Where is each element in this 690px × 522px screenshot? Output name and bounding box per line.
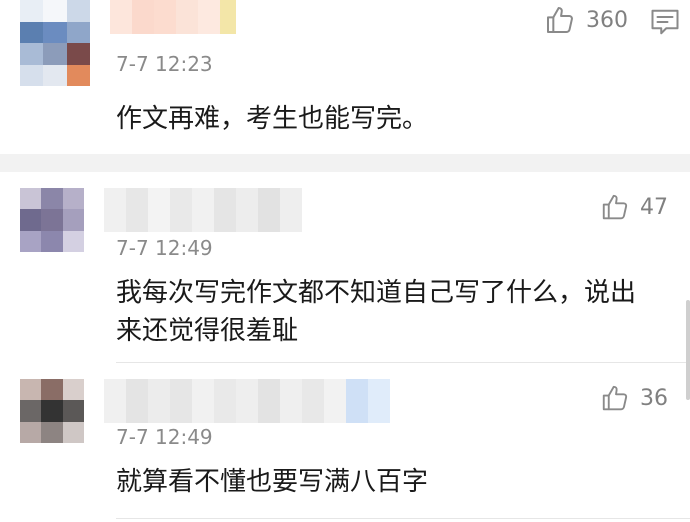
comment-text-line-1: 我每次写完作文都不知道自己写了什么，说出 [116, 278, 637, 308]
scrollbar[interactable] [686, 300, 690, 400]
username-obscured[interactable] [110, 0, 236, 34]
section-separator [0, 154, 690, 172]
comment-item: 7-7 12:49 就算看不懂也要写满八百字 36 [0, 363, 690, 522]
comment-timestamp: 7-7 12:23 [116, 52, 213, 76]
comment-text: 作文再难，考生也能写完。 [116, 104, 429, 134]
avatar[interactable] [20, 0, 90, 86]
comment-timestamp: 7-7 12:49 [116, 425, 213, 449]
like-button[interactable]: 47 [600, 192, 668, 222]
thumbs-up-icon [602, 385, 628, 411]
comment-bubble-icon[interactable] [650, 8, 680, 36]
avatar[interactable] [20, 188, 84, 252]
username-obscured[interactable] [104, 379, 390, 423]
like-count: 47 [640, 194, 668, 220]
divider [116, 518, 690, 519]
avatar[interactable] [20, 379, 84, 443]
comment-timestamp: 7-7 12:49 [116, 236, 213, 260]
like-count: 360 [586, 7, 628, 33]
comment-text: 就算看不懂也要写满八百字 [116, 467, 429, 497]
like-button[interactable]: 36 [600, 383, 668, 413]
like-button[interactable]: 360 [544, 4, 628, 36]
username-obscured[interactable] [104, 188, 302, 232]
like-count: 36 [640, 385, 668, 411]
comment-text-line-2: 来还觉得很羞耻 [116, 316, 299, 346]
thumbs-up-icon [602, 194, 628, 220]
thumbs-up-icon [547, 7, 573, 33]
comment-item: 7-7 12:49 我每次写完作文都不知道自己写了什么，说出 来还觉得很羞耻 4… [0, 172, 690, 362]
comment-item: 7-7 12:23 作文再难，考生也能写完。 360 [0, 0, 690, 154]
